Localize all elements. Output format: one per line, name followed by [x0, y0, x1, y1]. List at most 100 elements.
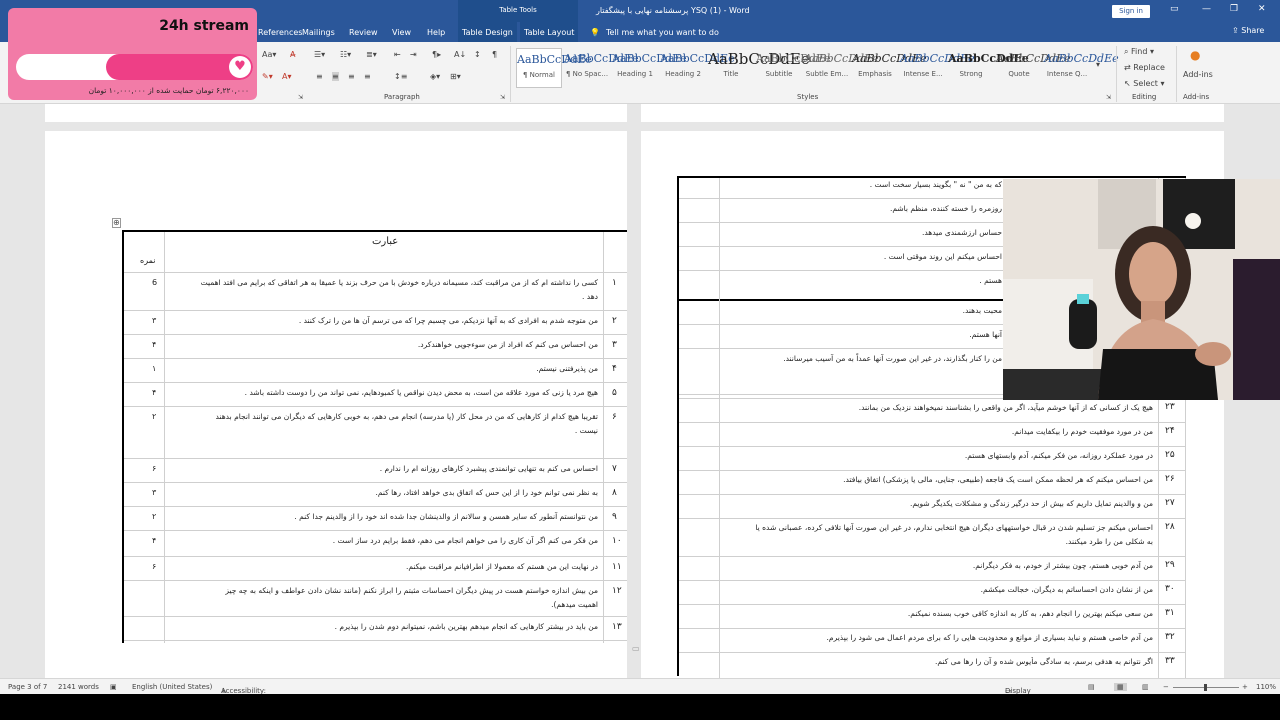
line-spacing-icon[interactable]: ↕≡ — [394, 72, 407, 81]
tell-me-search[interactable]: Tell me what you want to do — [606, 28, 719, 37]
style-strong[interactable]: AaBbCcDdEe Strong — [948, 48, 1029, 88]
shading-icon[interactable]: ◈▾ — [430, 72, 440, 81]
web-layout-icon[interactable]: ▥ — [1142, 683, 1149, 691]
row-score[interactable]: ۶ — [152, 464, 156, 473]
row-statement[interactable]: آنها هستم. — [969, 330, 1002, 339]
font-launcher-icon[interactable]: ⇲ — [298, 94, 303, 101]
align-left-icon[interactable]: ≡ — [316, 72, 323, 81]
word-count[interactable]: 2141 words — [58, 683, 99, 691]
row-statement[interactable]: محبت بدهند. — [963, 306, 1002, 315]
style-normal[interactable]: AaBbCcDdEe ¶ Normal — [516, 48, 592, 88]
find-button[interactable]: ⌕ Find ▾ — [1124, 47, 1154, 57]
row-statement[interactable]: که به من " نه " بگویند بسیار سخت است . — [870, 180, 1002, 189]
proofing-icon[interactable]: ▣ — [110, 683, 117, 691]
row-statement[interactable]: من را کنار بگذارند، در غیر این صورت آنها… — [783, 354, 1002, 363]
row-score[interactable]: ۴ — [152, 340, 156, 349]
align-right-icon[interactable]: ≡ — [348, 72, 355, 81]
minimize-icon[interactable]: — — [1202, 4, 1211, 14]
row-statement[interactable]: اگر نتوانم به هدفی برسم، به سادگی مأیوس … — [935, 657, 1153, 666]
ltr-icon[interactable]: ¶▸ — [432, 50, 441, 59]
row-score[interactable]: ۶ — [152, 562, 156, 571]
page-indicator[interactable]: Page 3 of 7 — [8, 683, 47, 691]
decrease-indent-icon[interactable]: ⇤ — [394, 50, 401, 59]
row-statement[interactable]: من پذیرفتنی نیستم. — [536, 364, 598, 373]
style-subtle-emphasis[interactable]: AaBbCcDdEe Subtle Em... — [804, 48, 879, 88]
row-score[interactable]: ۴ — [152, 536, 156, 545]
increase-indent-icon[interactable]: ⇥ — [410, 50, 417, 59]
row-statement[interactable]: من سعی میکنم بهترین را انجام دهم، به کار… — [908, 609, 1153, 618]
align-center-icon[interactable]: ≡ — [332, 72, 339, 81]
style-heading2[interactable]: AaBbCcDdEe Heading 2 — [660, 48, 735, 88]
addins-button[interactable]: Add-ins — [1183, 70, 1213, 79]
row-statement[interactable]: هیچ یک از کسانی که از آنها خوشم میآید، ا… — [859, 403, 1153, 412]
row-statement[interactable]: احساس میکنم جز تسلیم شدن در قبال خواستهه… — [755, 523, 1153, 532]
row-statement[interactable]: در نهایت این من هستم که معمولا از اطرافی… — [406, 562, 598, 571]
row-score[interactable]: ۴ — [152, 388, 156, 397]
row-statement[interactable]: من متوجه شدم به افرادی که به آنها نزدیکم… — [299, 316, 598, 325]
restore-icon[interactable]: ❐ — [1230, 4, 1238, 14]
row-statement[interactable]: من احساس میکنم که هر لحظه ممکن است یک فا… — [843, 475, 1153, 484]
style-emphasis[interactable]: AaBbCcDdEe Emphasis — [852, 48, 927, 88]
style-quote[interactable]: AaBbCcDdEe Quote — [996, 48, 1071, 88]
row-statement[interactable]: من نتوانستم آنطور که سایر همسن و سالانم … — [294, 512, 598, 521]
row-score[interactable]: ۲ — [152, 512, 156, 521]
sort-icon[interactable]: A↓ — [454, 50, 466, 59]
focus-icon[interactable]: ▤ — [1088, 683, 1095, 691]
zoom-level[interactable]: 110% — [1256, 683, 1276, 691]
styles-more-icon[interactable]: ▾ — [1096, 60, 1100, 69]
sign-in-button[interactable]: Sign in — [1112, 5, 1150, 18]
zoom-in-icon[interactable]: + — [1242, 683, 1248, 691]
row-statement[interactable]: به نظر نمی توانم خود را از این حس که اتف… — [376, 488, 598, 497]
style-subtitle[interactable]: AaBbCcDdEe Subtitle — [756, 48, 831, 88]
font-case-icon[interactable]: Aa▾ — [262, 50, 276, 59]
row-statement-cont[interactable]: دهد . — [582, 292, 598, 301]
row-statement[interactable]: احساس می کنم به تنهایی توانمندی پیشبرد ک… — [380, 464, 598, 473]
row-statement[interactable]: من فکر می کنم اگر آن کاری را می خواهم ان… — [333, 536, 598, 545]
row-score[interactable]: ۳ — [152, 316, 156, 325]
tab-review[interactable]: Review — [349, 28, 378, 37]
row-statement[interactable]: کسی را نداشته ام که از من مراقبت کند، مس… — [201, 278, 598, 287]
row-statement[interactable]: من آدم خاصی هستم و نباید بسیاری از موانع… — [827, 633, 1153, 642]
page-left[interactable] — [45, 131, 627, 678]
show-marks-icon[interactable]: ¶ — [492, 50, 497, 59]
row-statement-cont[interactable]: به شکلی من را طرد میکنند. — [1066, 537, 1153, 546]
ribbon-display-icon[interactable]: ▭ — [1170, 4, 1179, 14]
addins-icon[interactable]: ● — [1190, 48, 1200, 62]
replace-button[interactable]: ⇄ Replace — [1124, 63, 1165, 72]
row-statement[interactable]: من احساس می کنم که افراد از من سوءجویی خ… — [418, 340, 598, 349]
row-score[interactable]: 6 — [152, 278, 157, 287]
row-statement[interactable]: من و والدینم تمایل داریم که بیش از حد در… — [910, 499, 1153, 508]
select-button[interactable]: ↖ Select ▾ — [1124, 79, 1165, 88]
highlight-icon[interactable]: ✎▾ — [262, 72, 273, 81]
row-statement[interactable]: هیچ مرد یا زنی که مورد علاقه من است، به … — [245, 388, 598, 397]
zoom-out-icon[interactable]: − — [1163, 683, 1169, 691]
language[interactable]: English (United States) — [132, 683, 212, 691]
clear-format-icon[interactable]: A̶ — [290, 50, 295, 59]
bullets-icon[interactable]: ☰▾ — [314, 50, 325, 59]
style-intense-emphasis[interactable]: AaBbCcDdEe Intense E... — [900, 48, 975, 88]
share-button[interactable]: ⇪ Share — [1232, 26, 1264, 35]
row-statement[interactable]: من بیش اندازه خواستم هست در پیش دیگران ا… — [225, 586, 598, 595]
row-score[interactable]: ۲ — [152, 412, 156, 421]
tab-table-layout[interactable]: Table Layout — [520, 22, 579, 42]
row-statement[interactable]: من آدم خوبی هستم، چون بیشتر از خودم، به … — [973, 561, 1153, 570]
row-statement[interactable]: من از نشان دادن احساساتم به دیگران، خجال… — [981, 585, 1153, 594]
tab-references[interactable]: References — [258, 28, 302, 37]
font-color-icon[interactable]: A▾ — [282, 72, 292, 81]
tab-view[interactable]: View — [392, 28, 411, 37]
row-statement-cont[interactable]: نیست . — [575, 426, 598, 435]
style-no-spacing[interactable]: AaBbCcDdEe ¶ No Spac... — [564, 48, 639, 88]
style-intense-quote[interactable]: AaBbCcDdEe Intense Q... — [1044, 48, 1119, 88]
row-statement[interactable]: حساس ارزشمندی میدهد. — [922, 228, 1002, 237]
numbering-icon[interactable]: ☷▾ — [340, 50, 351, 59]
sort-z-icon[interactable]: ↕ — [474, 50, 481, 59]
justify-icon[interactable]: ≡ — [364, 72, 371, 81]
print-layout-icon[interactable]: ▦ — [1114, 683, 1127, 691]
zoom-slider-thumb[interactable] — [1204, 684, 1207, 691]
row-score[interactable]: ۳ — [152, 488, 156, 497]
style-heading1[interactable]: AaBbCcDdEe Heading 1 — [612, 48, 687, 88]
styles-launcher-icon[interactable]: ⇲ — [1106, 94, 1111, 101]
row-statement-cont[interactable]: اهمیت میدهم). — [551, 600, 598, 609]
row-statement[interactable]: من در مورد موفقیت خودم را بیکفایت میدانم… — [1012, 427, 1153, 436]
row-statement[interactable]: احساس میکنم این روند موقتی است . — [884, 252, 1002, 261]
